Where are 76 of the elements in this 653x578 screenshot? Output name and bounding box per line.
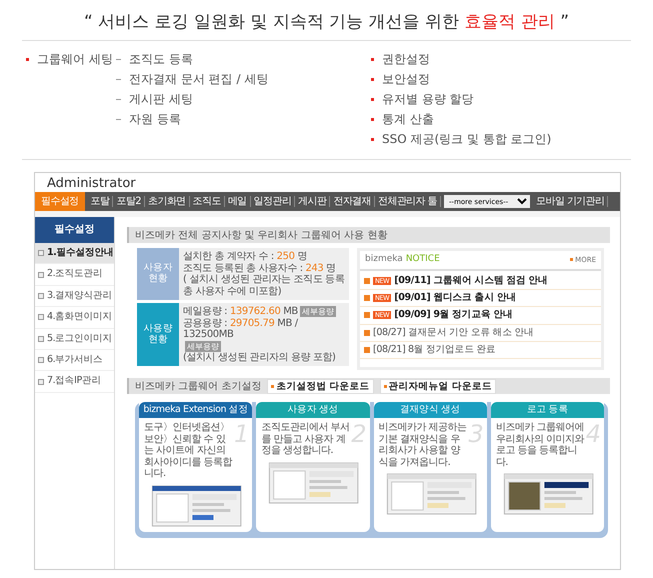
dash-icon [116, 118, 121, 120]
step-text: 비즈메카가 제공하는 기본 결재양식을 우리회사가 사용할 양식을 가져옵니다. [378, 422, 468, 468]
nav-tab[interactable]: 메일 [224, 196, 251, 207]
bullet-icon [371, 58, 374, 60]
bullet-icon [371, 118, 374, 120]
bullet-icon [364, 278, 370, 284]
stat-text: 공용용량 : 29705.79 MB / 132500MB [183, 318, 299, 340]
feature-group: 그룹웨어 세팅 [37, 50, 113, 68]
stat-text: 메일용량 : 139762.60 MB [183, 306, 298, 318]
step-title: bizmeka Extension 설정 [139, 402, 252, 418]
notice-item[interactable]: [08/21] 8월 정기업로드 완료 [360, 342, 601, 360]
feature-item: 게시판 세팅 [129, 91, 193, 108]
stat-text: (설치시 생성된 관리자의 용량 포함) [183, 352, 336, 363]
bullet-icon [26, 58, 29, 60]
checkbox-icon [38, 314, 44, 320]
sidebar-title: 필수설정 [35, 217, 114, 243]
bullet-icon [371, 98, 374, 100]
step-title: 사용자 생성 [256, 402, 370, 418]
stat-text: ( 설치시 생성된 관리자는 조직도 등록 총 사용자 수에 미포함) [183, 274, 345, 297]
checkbox-icon [38, 250, 44, 256]
nav-tab[interactable]: 조직도 [190, 196, 225, 207]
bullet-icon [364, 295, 370, 302]
step-text: 비즈메카 그룹웨어에 우리회사의 이미지와 로고 등을 등록합니다. [496, 422, 585, 468]
dash-icon [116, 78, 121, 80]
notice-brand: bizmeka [365, 253, 403, 266]
admin-title: Administrator [46, 175, 137, 192]
stat-text: 설치한 총 계약자 수 : 250 명 [183, 251, 307, 262]
dash-icon [116, 98, 121, 100]
checkbox-icon [38, 357, 44, 364]
sidebar-item[interactable]: 4.홈화면이미지 [35, 307, 114, 329]
feature-item: 보안설정 [382, 71, 430, 88]
feature-item: 통계 산출 [382, 111, 434, 128]
nav-tab[interactable]: 포탈 [88, 196, 114, 207]
dash-icon [116, 58, 121, 60]
checkbox-icon [38, 378, 44, 385]
checkbox-icon [38, 292, 44, 299]
bullet-icon [364, 347, 370, 354]
bullet-icon [371, 78, 374, 80]
tile-label: 사용자현황 [137, 248, 179, 300]
bullet-icon [364, 330, 370, 336]
feature-item: 조직도 등록 [129, 51, 193, 68]
sidebar-item[interactable]: 3.결재양식관리 [35, 286, 114, 308]
nav-tab[interactable]: 모바일 기기관리 [533, 196, 608, 207]
step-title: 로고 등록 [490, 402, 604, 418]
sidebar-item[interactable]: 2.조직도관리 [35, 264, 114, 286]
sidebar-item[interactable]: 6.부가서비스 [35, 350, 114, 372]
headline: “ 서비스 로깅 일원화 및 지속적 기능 개선을 위한 효율적 관리 ” [84, 12, 570, 32]
nav-tab[interactable]: 초기화면 [144, 196, 190, 207]
nav-tab[interactable]: 일정관리 [250, 196, 296, 207]
sidebar-item[interactable]: 7.접속IP관리 [35, 371, 114, 393]
notice-title: NOTICE [406, 253, 440, 266]
feature-item: 권한설정 [382, 51, 430, 68]
feature-item: 유저별 용량 할당 [382, 91, 474, 108]
bullet-icon [364, 312, 370, 318]
checkbox-icon [38, 336, 44, 342]
sidebar-item[interactable]: 1.필수설정안내 [35, 243, 114, 264]
download-link[interactable]: 초기설정법 다운로드 [267, 378, 374, 394]
step-text: 조직도관리에서 부서를 만들고 사용자 계정을 생성합니다. [261, 422, 350, 457]
nav-tab[interactable]: 전자결재 [330, 196, 376, 207]
bullet-icon [371, 138, 374, 140]
section-heading: 비즈메카 그룹웨어 초기설정 [135, 380, 262, 394]
download-link[interactable]: 관리자메뉴얼 다운로드 [380, 378, 496, 394]
feature-item: SSO 제공(링크 및 통합 로그인) [382, 131, 552, 148]
stat-text: 조직도 등록된 총 사용자수 : 243 명 [183, 262, 336, 274]
step-text: 도구〉인터넷옵션〉보안〉신뢰할 수 있는 사이트에 자신의 회사아이디를 등록합니다. [144, 422, 233, 480]
feature-item: 자원 등록 [129, 111, 181, 128]
nav-tab[interactable]: 게시판 [295, 196, 330, 207]
section-heading: 비즈메카 전체 공지사항 및 우리회사 그룹웨어 사용 현황 [127, 227, 610, 243]
checkbox-icon [38, 272, 44, 278]
step-title: 결재양식 생성 [374, 402, 487, 418]
notice-item[interactable]: [08/27] 결재문서 기안 오류 해소 안내 [360, 324, 601, 342]
nav-tab[interactable]: 포탈2 [113, 196, 145, 207]
feature-item: 전자결재 문서 편집 / 세팅 [129, 71, 268, 88]
sidebar-item[interactable]: 5.로그인이미지 [35, 328, 114, 350]
nav-tab[interactable]: 전체관리자 툴 [375, 196, 442, 207]
tile-label: 사용량현황 [137, 303, 179, 366]
